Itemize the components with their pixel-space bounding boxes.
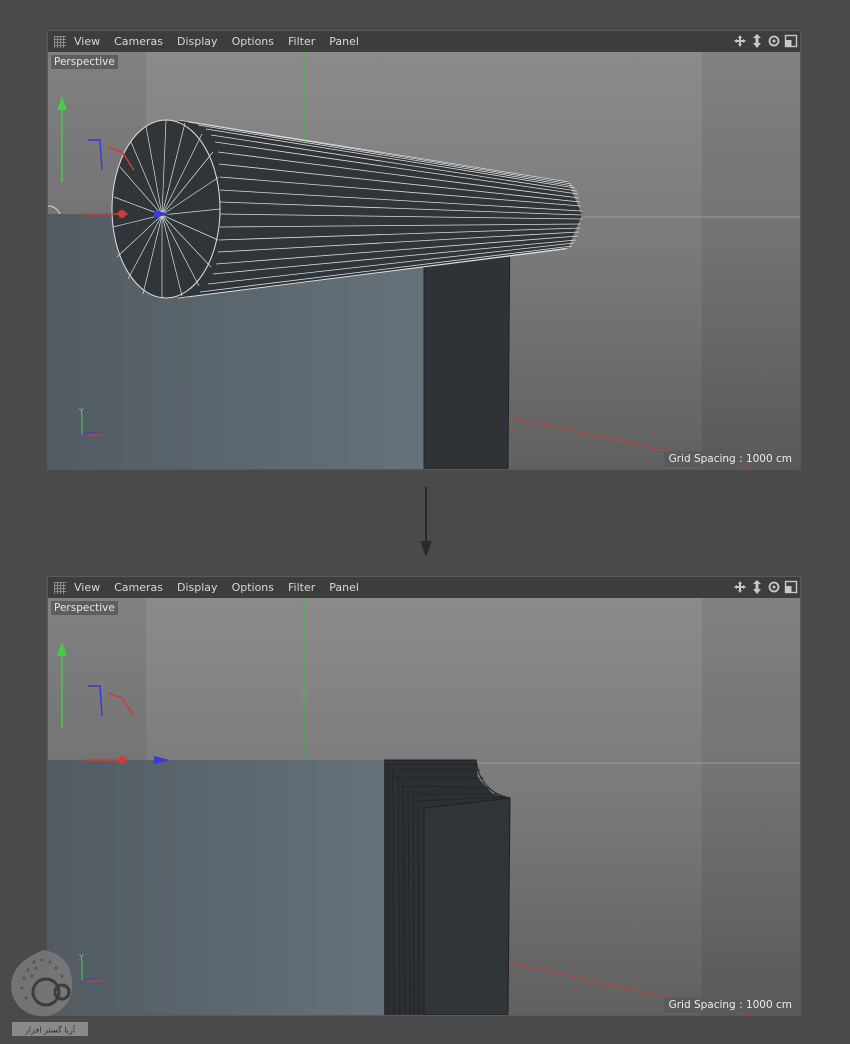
grid-spacing-label: Grid Spacing : 1000 cm <box>663 997 797 1013</box>
watermark-logo: آریا گستر افزار <box>11 950 88 1036</box>
menu-options[interactable]: Options <box>232 581 274 594</box>
menu-cameras[interactable]: Cameras <box>114 581 163 594</box>
menu-cameras[interactable]: Cameras <box>114 35 163 48</box>
viewport-menubar: View Cameras Display Options Filter Pane… <box>48 577 800 598</box>
menu-options[interactable]: Options <box>232 35 274 48</box>
scene-render <box>48 52 800 469</box>
menu-view[interactable]: View <box>74 581 100 594</box>
box-front-face <box>48 760 384 1015</box>
grid-spacing-label: Grid Spacing : 1000 cm <box>663 451 797 467</box>
menu-panel[interactable]: Panel <box>329 581 359 594</box>
watermark-text: آریا گستر افزار <box>24 1025 76 1035</box>
box-side-face <box>423 797 511 1015</box>
viewport-panel-before: View Cameras Display Options Filter Pane… <box>47 30 801 470</box>
move-icon[interactable] <box>733 33 747 49</box>
menu-filter[interactable]: Filter <box>288 581 315 594</box>
rotate-icon[interactable] <box>767 579 781 595</box>
safe-frame-right <box>702 598 800 1015</box>
menu-filter[interactable]: Filter <box>288 35 315 48</box>
zoom-icon[interactable] <box>750 33 764 49</box>
viewport-canvas[interactable]: Y Perspective Grid Spacing : 1000 cm <box>48 52 800 469</box>
perspective-label[interactable]: Perspective <box>51 601 118 615</box>
down-arrow-icon <box>420 487 432 557</box>
viewport-panel-after: View Cameras Display Options Filter Pane… <box>47 576 801 1016</box>
menu-display[interactable]: Display <box>177 581 218 594</box>
perspective-label[interactable]: Perspective <box>51 55 118 69</box>
viewport-menubar: View Cameras Display Options Filter Pane… <box>48 31 800 52</box>
safe-frame-right <box>702 52 800 469</box>
object-x-handle <box>118 756 126 764</box>
viewport-canvas[interactable]: Y Perspective Grid Spacing : 1000 cm <box>48 598 800 1015</box>
zoom-icon[interactable] <box>750 579 764 595</box>
rotate-icon[interactable] <box>767 33 781 49</box>
maximize-icon[interactable] <box>784 33 798 49</box>
move-icon[interactable] <box>733 579 747 595</box>
object-x-handle <box>118 210 126 218</box>
corner-y-label: Y <box>79 407 84 416</box>
menu-panel[interactable]: Panel <box>329 35 359 48</box>
menu-display[interactable]: Display <box>177 35 218 48</box>
panel-grip-icon[interactable] <box>54 35 66 48</box>
menu-view[interactable]: View <box>74 35 100 48</box>
cone-cap <box>111 119 221 299</box>
scene-render <box>48 598 800 1015</box>
panel-grip-icon[interactable] <box>54 581 66 594</box>
maximize-icon[interactable] <box>784 579 798 595</box>
